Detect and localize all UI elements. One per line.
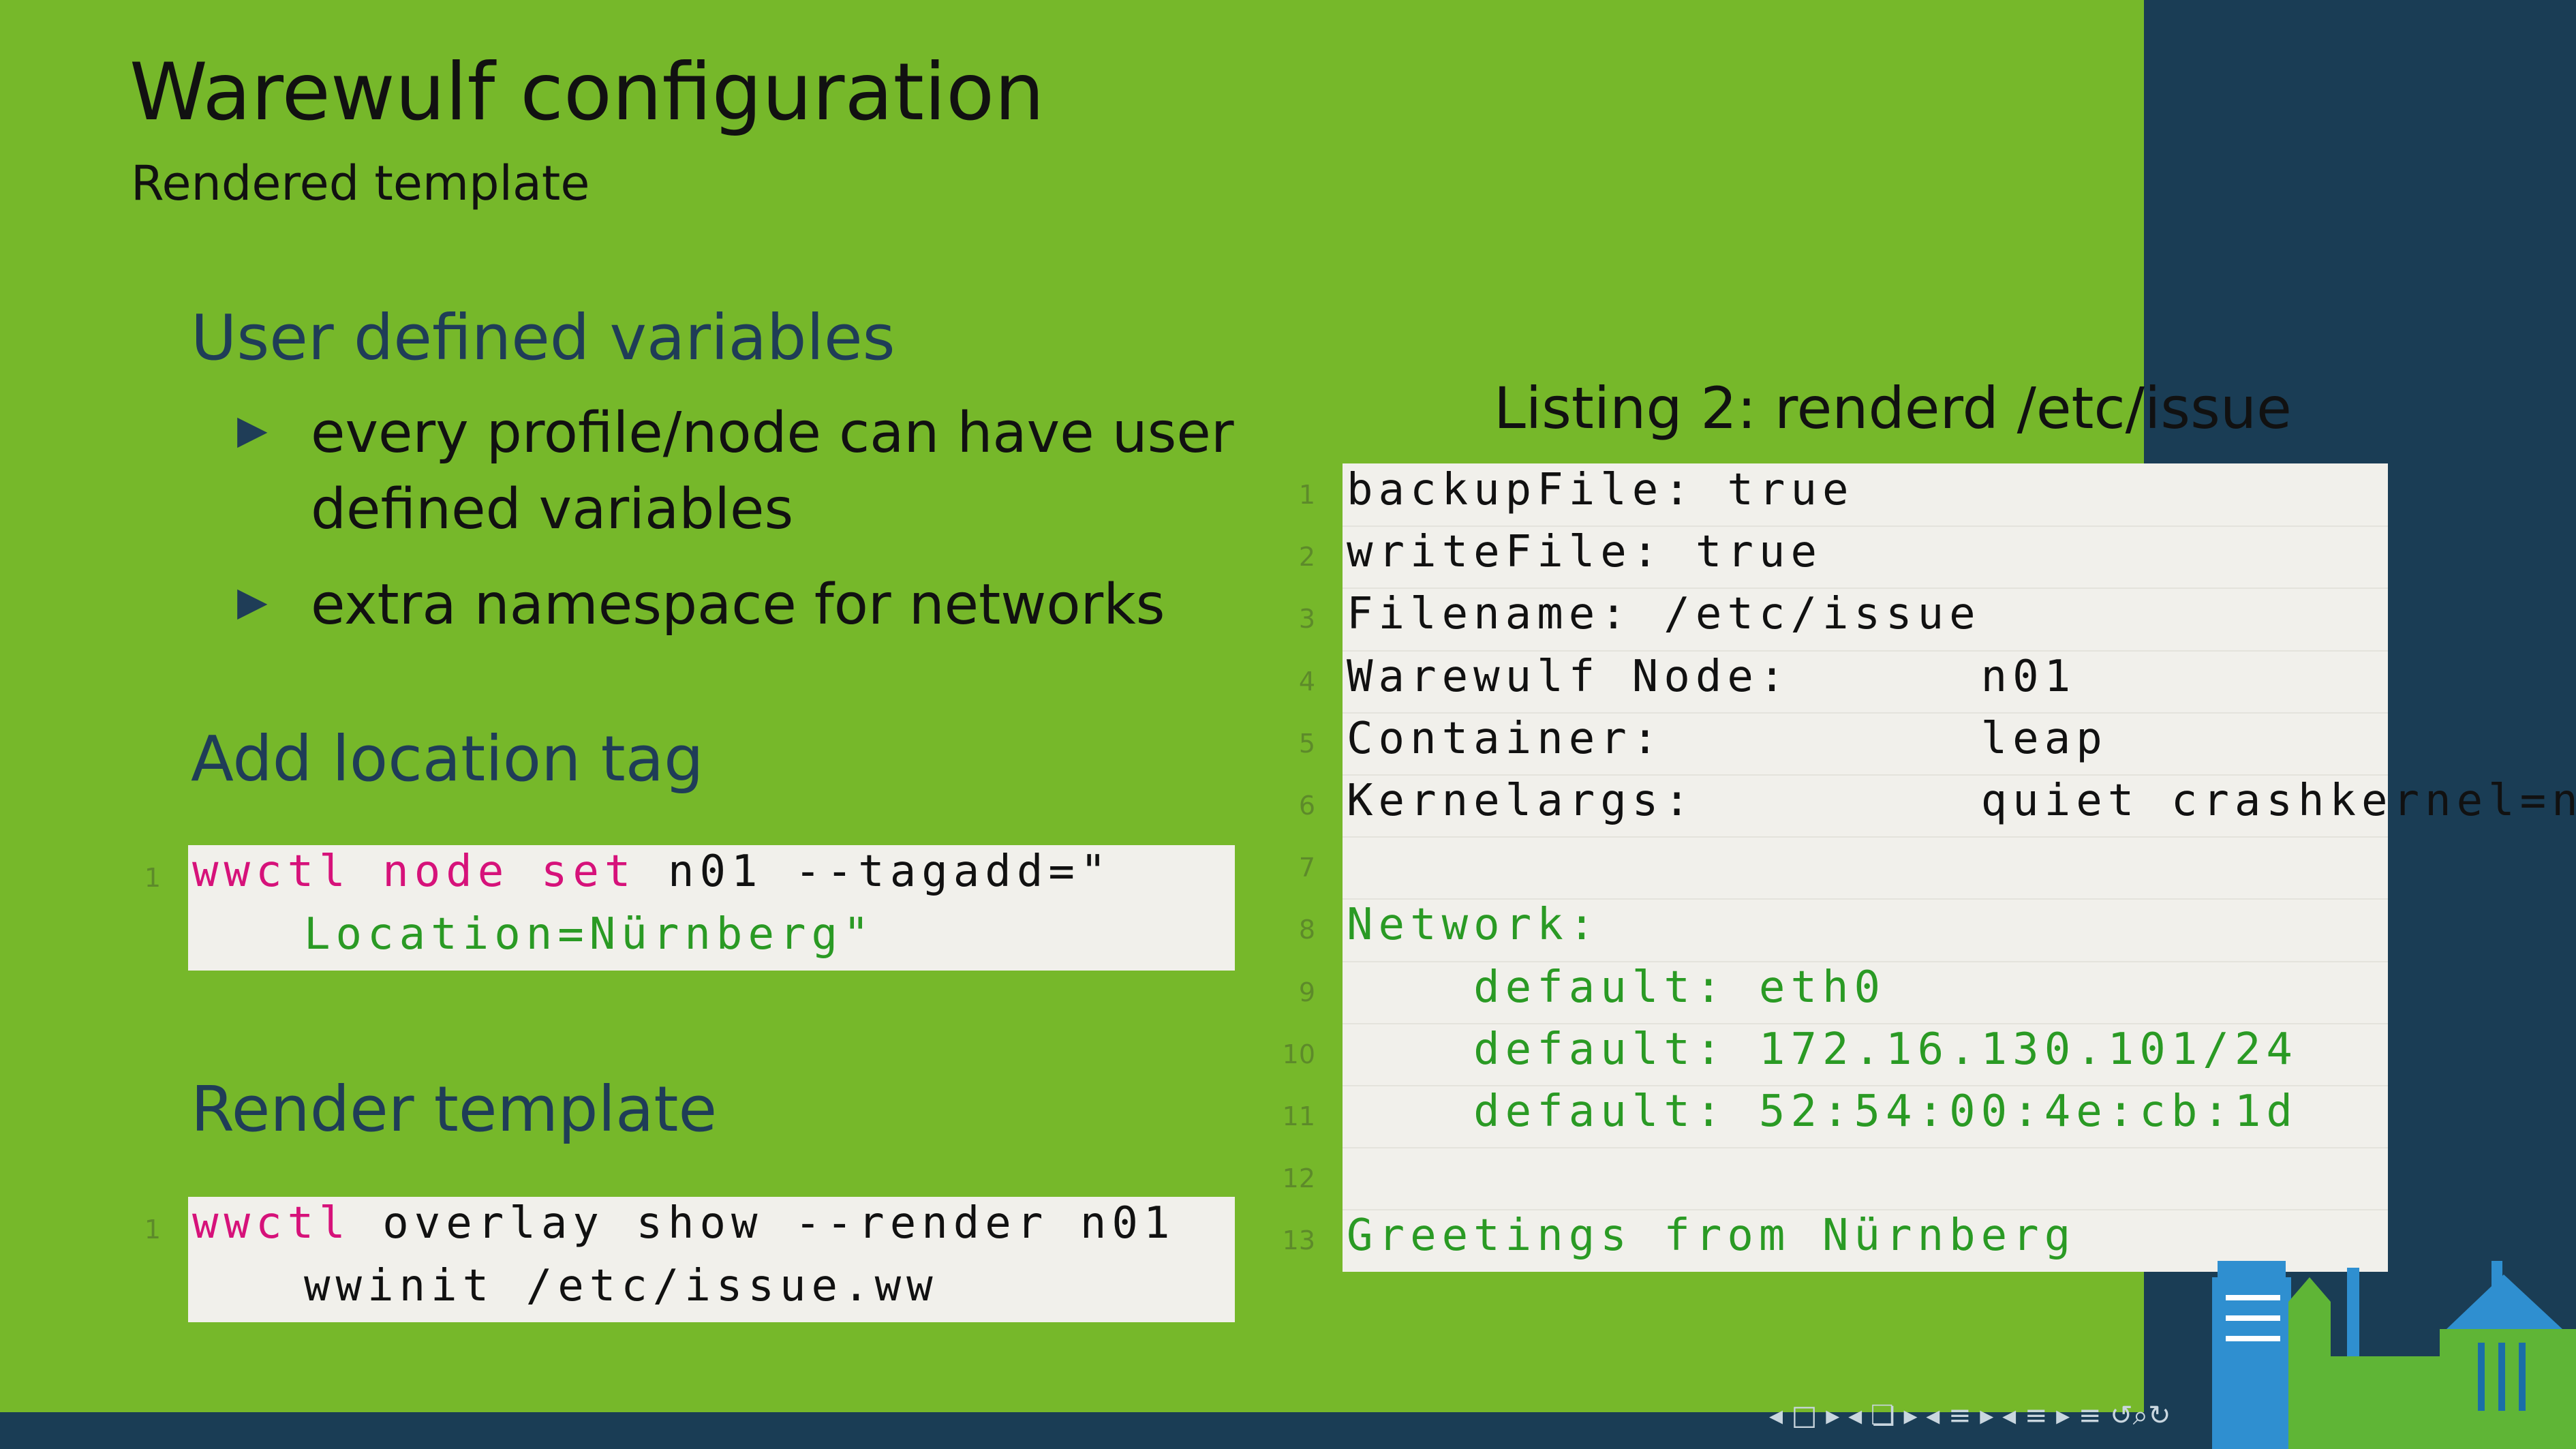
listing-line-number: 2 — [1298, 542, 1315, 573]
nuremberg-skyline-icon — [2212, 1261, 2576, 1449]
listing-row-separator — [1343, 588, 2388, 590]
section-heading-location-tag: Add location tag — [191, 722, 704, 795]
listing-caption: Listing 2: renderd /etc/issue — [1494, 375, 2292, 442]
code-args-render: overlay show --render n01 — [382, 1198, 1176, 1249]
listing-line-text: default: 52:54:00:4e:cb:1d — [1347, 1086, 2298, 1137]
code-keyword-node: node — [382, 846, 510, 897]
bullet-triangle-icon: ▶ — [237, 578, 268, 624]
listing-row-separator — [1343, 960, 2388, 962]
listing-line-number: 6 — [1298, 791, 1315, 821]
line-number: 1 — [144, 863, 161, 893]
navigation-controls-icon[interactable]: ◂ □ ▸ ◂ ❏ ▸ ◂ ≡ ▸ ◂ ≡ ▸ ≡ ↺⌕↻ — [1769, 1400, 2171, 1431]
listing-line-number: 5 — [1298, 728, 1315, 759]
code-keyword-set: set — [540, 846, 637, 897]
bullet-text-2: extra namespace for networks — [311, 567, 1165, 643]
code-line-render-1: wwctl overlay show --render n01 — [192, 1198, 1175, 1249]
listing-row-separator — [1343, 650, 2388, 652]
listing-line-text: Greetings from Nürnberg — [1347, 1210, 2076, 1262]
listing-row-separator — [1343, 1022, 2388, 1024]
bullet-text-1: every profile/node can have user defined… — [311, 395, 1234, 548]
listing-line-number: 9 — [1298, 977, 1315, 1007]
code-args-tagadd: n01 --tagadd=" — [667, 846, 1112, 897]
bullet-text-1-line-2: defined variables — [311, 477, 794, 542]
line-number: 1 — [144, 1215, 161, 1245]
slide-subtitle: Rendered template — [131, 155, 590, 211]
slide: Warewulf configuration Rendered template… — [0, 0, 2576, 1449]
listing-row-separator — [1343, 836, 2388, 838]
code-keyword-wwctl: wwctl — [192, 846, 351, 897]
listing-line-number: 11 — [1282, 1101, 1315, 1131]
listing-row-separator — [1343, 1085, 2388, 1086]
listing-line-text: backupFile: true — [1347, 465, 1854, 515]
listing-line-number: 3 — [1298, 604, 1315, 635]
listing-row-separator — [1343, 774, 2388, 776]
code-listing-issue — [1343, 463, 2388, 1272]
bullet-triangle-icon: ▶ — [237, 406, 268, 453]
listing-line-text: Warewulf Node: n01 — [1347, 651, 2076, 702]
listing-line-number: 8 — [1298, 915, 1315, 945]
code-args-render-continuation: wwinit /etc/issue.ww — [304, 1261, 938, 1311]
code-line-tagadd-1: wwctl node set n01 --tagadd=" — [192, 846, 1111, 897]
bullet-text-2-line-1: extra namespace for networks — [311, 573, 1165, 637]
listing-row-separator — [1343, 712, 2388, 714]
listing-line-number: 4 — [1298, 666, 1315, 697]
listing-line-number: 10 — [1282, 1039, 1315, 1069]
listing-line-number: 1 — [1298, 480, 1315, 510]
listing-line-text: Network: — [1347, 900, 1601, 951]
listing-row-separator — [1343, 525, 2388, 528]
listing-line-text: Kernelargs: quiet crashkernel=n — [1347, 776, 2576, 826]
listing-line-number: 13 — [1282, 1225, 1315, 1256]
section-heading-user-variables: User defined variables — [191, 301, 895, 374]
listing-line-text: Container: leap — [1347, 713, 2108, 764]
listing-row-separator — [1343, 898, 2388, 900]
listing-line-text: Filename: /etc/issue — [1347, 589, 1981, 640]
bullet-text-1-line-1: every profile/node can have user — [311, 401, 1234, 466]
slide-title: Warewulf configuration — [129, 46, 1045, 138]
listing-row-separator — [1343, 1147, 2388, 1149]
bottom-bar — [0, 1412, 2576, 1449]
listing-line-number: 7 — [1298, 853, 1315, 883]
listing-line-text: default: 172.16.130.101/24 — [1347, 1024, 2298, 1075]
listing-line-text: default: eth0 — [1347, 962, 1886, 1013]
code-line-render-2: wwinit /etc/issue.ww — [304, 1261, 938, 1311]
listing-row-separator — [1343, 1209, 2388, 1211]
code-line-tagadd-2: Location=Nürnberg" — [304, 909, 875, 960]
listing-line-number: 12 — [1282, 1163, 1315, 1194]
section-heading-render-template: Render template — [191, 1073, 718, 1146]
listing-line-text: writeFile: true — [1347, 527, 1822, 578]
code-keyword-wwctl: wwctl — [192, 1198, 351, 1249]
code-string-location: Location=Nürnberg" — [304, 909, 875, 960]
